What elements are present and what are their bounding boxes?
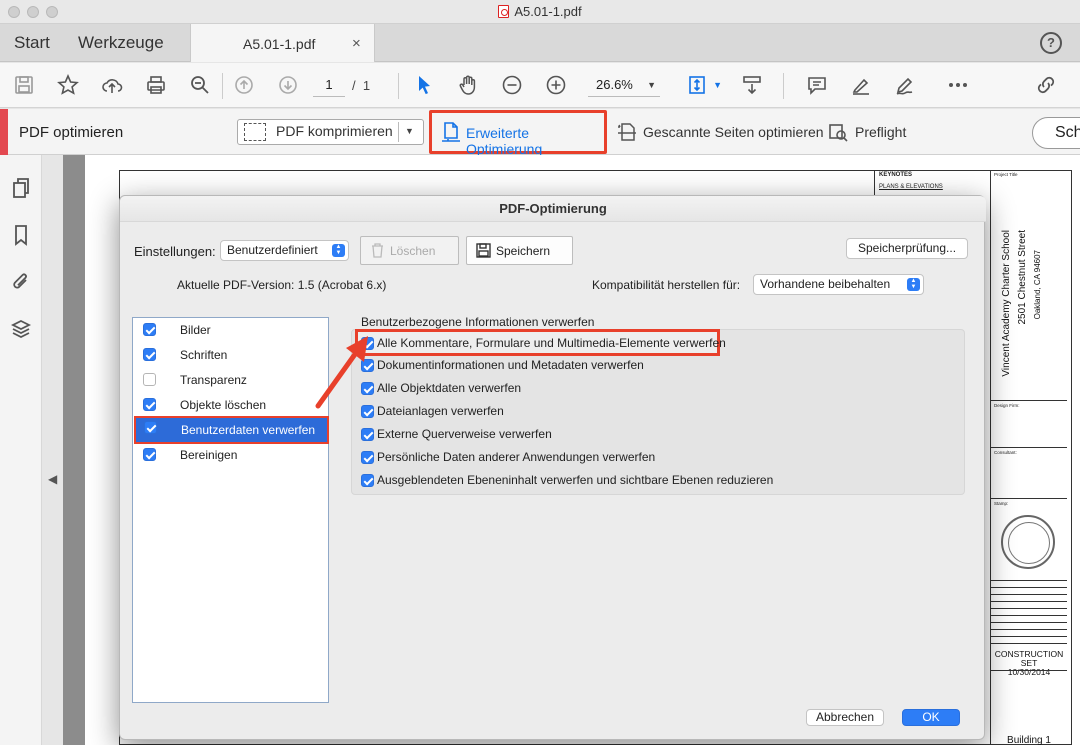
- save-settings-button[interactable]: Speichern: [466, 236, 573, 265]
- main-toolbar: 1 / 1 26.6% ▼ ▼: [0, 63, 1080, 108]
- page-thumbnails-icon[interactable]: [10, 177, 32, 199]
- compress-pdf-button[interactable]: PDF komprimieren ▼: [237, 119, 424, 145]
- sheet-title: Building 1 Enlarged Plans: [1007, 735, 1051, 745]
- left-navigation-rail: [0, 155, 42, 745]
- category-clean-up[interactable]: Bereinigen: [133, 443, 328, 468]
- compatibility-label: Kompatibilität herstellen für:: [592, 278, 741, 292]
- zoom-in-icon[interactable]: [543, 72, 569, 98]
- preflight-button[interactable]: Preflight: [827, 124, 906, 142]
- category-checkbox[interactable]: [143, 398, 156, 411]
- settings-label: Einstellungen:: [134, 244, 216, 259]
- compress-icon: [244, 123, 266, 141]
- save-icon: [476, 243, 491, 258]
- category-checkbox[interactable]: [144, 421, 157, 434]
- category-checkbox[interactable]: [143, 373, 156, 386]
- options-panel: Alle Kommentare, Formulare und Multimedi…: [351, 329, 965, 495]
- title-bar: A5.01-1.pdf: [0, 0, 1080, 24]
- advanced-optimization-icon: [442, 122, 460, 142]
- delete-button[interactable]: Löschen: [360, 236, 459, 265]
- settings-select[interactable]: Benutzerdefiniert ▲ ▼: [220, 240, 349, 261]
- title-block: Project Title Vincent Academy Charter Sc…: [990, 170, 1067, 745]
- page-up-icon[interactable]: [231, 72, 257, 98]
- more-icon[interactable]: [945, 72, 971, 98]
- option-checkbox[interactable]: [361, 451, 374, 464]
- tab-document-label: A5.01-1.pdf: [243, 36, 316, 52]
- project-title: Vincent Academy Charter School 2501 Ches…: [1001, 230, 1042, 377]
- dialog-title: PDF-Optimierung: [120, 196, 986, 222]
- zoom-search-icon[interactable]: [187, 72, 213, 98]
- tab-tools[interactable]: Werkzeuge: [78, 33, 164, 53]
- options-title: Benutzerbezogene Informationen verwerfen: [361, 315, 595, 329]
- star-icon[interactable]: [55, 72, 81, 98]
- preflight-icon: [829, 124, 848, 142]
- select-stepper-icon: ▲ ▼: [907, 278, 920, 291]
- category-discard-user-data[interactable]: Benutzerdaten verwerfen: [134, 416, 329, 444]
- hand-icon[interactable]: [455, 72, 481, 98]
- select-cursor-icon[interactable]: [411, 72, 437, 98]
- category-checkbox[interactable]: [143, 448, 156, 461]
- callout-arrow-icon: [315, 336, 368, 409]
- category-images[interactable]: Bilder: [133, 318, 328, 343]
- attachment-icon[interactable]: [10, 271, 32, 293]
- option-checkbox[interactable]: [361, 474, 374, 487]
- chevron-down-icon[interactable]: ▼: [405, 126, 414, 136]
- pdf-optimization-dialog: PDF-Optimierung Einstellungen: Benutzerd…: [119, 195, 986, 740]
- select-stepper-icon: ▲ ▼: [332, 244, 345, 257]
- print-icon[interactable]: [143, 72, 169, 98]
- compatibility-select[interactable]: Vorhandene beibehalten ▲ ▼: [753, 274, 924, 295]
- tab-bar: Start Werkzeuge A5.01-1.pdf × ?: [0, 24, 1080, 62]
- sign-icon[interactable]: [892, 72, 918, 98]
- trash-icon: [372, 243, 383, 258]
- tab-document[interactable]: A5.01-1.pdf ×: [190, 24, 375, 62]
- highlight-icon[interactable]: [848, 72, 874, 98]
- chevron-down-icon: ▼: [713, 80, 722, 90]
- category-discard-objects[interactable]: Objekte löschen: [133, 393, 328, 418]
- category-checkbox[interactable]: [143, 323, 156, 336]
- category-transparency[interactable]: Transparenz: [133, 368, 328, 393]
- space-audit-button[interactable]: Speicherprüfung...: [846, 238, 968, 259]
- scanned-pages-icon: [618, 123, 636, 141]
- construction-set-label: CONSTRUCTION SET 10/30/2014: [994, 649, 1064, 677]
- option-discard-comments-forms[interactable]: Alle Kommentare, Formulare und Multimedi…: [355, 329, 726, 356]
- tool-accent-bar: [0, 109, 8, 155]
- advanced-optimization-button[interactable]: Erweiterte Optimierung: [429, 110, 607, 157]
- scroll-mode-icon[interactable]: [739, 72, 765, 98]
- current-pdf-version: Aktuelle PDF-Version: 1.5 (Acrobat 6.x): [177, 278, 387, 292]
- optimize-scanned-pages-button[interactable]: Gescannte Seiten optimieren: [616, 123, 824, 141]
- page-down-icon[interactable]: [275, 72, 301, 98]
- page-total: / 1: [352, 78, 371, 93]
- tool-heading: PDF optimieren: [19, 124, 124, 141]
- comment-icon[interactable]: [804, 72, 830, 98]
- tab-close-icon[interactable]: ×: [352, 35, 361, 52]
- architect-stamp: [1001, 515, 1055, 569]
- layers-icon[interactable]: [10, 318, 32, 340]
- tab-start[interactable]: Start: [14, 33, 50, 53]
- link-icon[interactable]: [1033, 72, 1059, 98]
- category-list: Bilder Schriften Transparenz Objekte lös…: [132, 317, 329, 703]
- save-icon[interactable]: [11, 72, 37, 98]
- zoom-level-select[interactable]: 26.6% ▼: [588, 75, 660, 97]
- bookmark-icon[interactable]: [10, 224, 32, 246]
- help-icon[interactable]: ?: [1040, 32, 1062, 54]
- category-checkbox[interactable]: [143, 348, 156, 361]
- cancel-button[interactable]: Abbrechen: [806, 709, 884, 726]
- close-tool-button[interactable]: Sch: [1032, 117, 1080, 149]
- ok-button[interactable]: OK: [902, 709, 960, 726]
- revision-table: [991, 580, 1067, 645]
- collapse-panel-icon[interactable]: ◀: [48, 472, 57, 486]
- optimize-pdf-bar: PDF optimieren PDF komprimieren ▼ Erweit…: [0, 109, 1080, 157]
- pdf-file-icon: [498, 5, 510, 18]
- page-number-input[interactable]: 1: [313, 75, 345, 97]
- fit-page-icon[interactable]: ▼: [684, 72, 722, 98]
- chevron-down-icon: ▼: [647, 80, 656, 90]
- window-title: A5.01-1.pdf: [0, 4, 1080, 19]
- upload-icon[interactable]: [99, 72, 125, 98]
- category-fonts[interactable]: Schriften: [133, 343, 328, 368]
- option-checkbox[interactable]: [361, 428, 374, 441]
- zoom-out-icon[interactable]: [499, 72, 525, 98]
